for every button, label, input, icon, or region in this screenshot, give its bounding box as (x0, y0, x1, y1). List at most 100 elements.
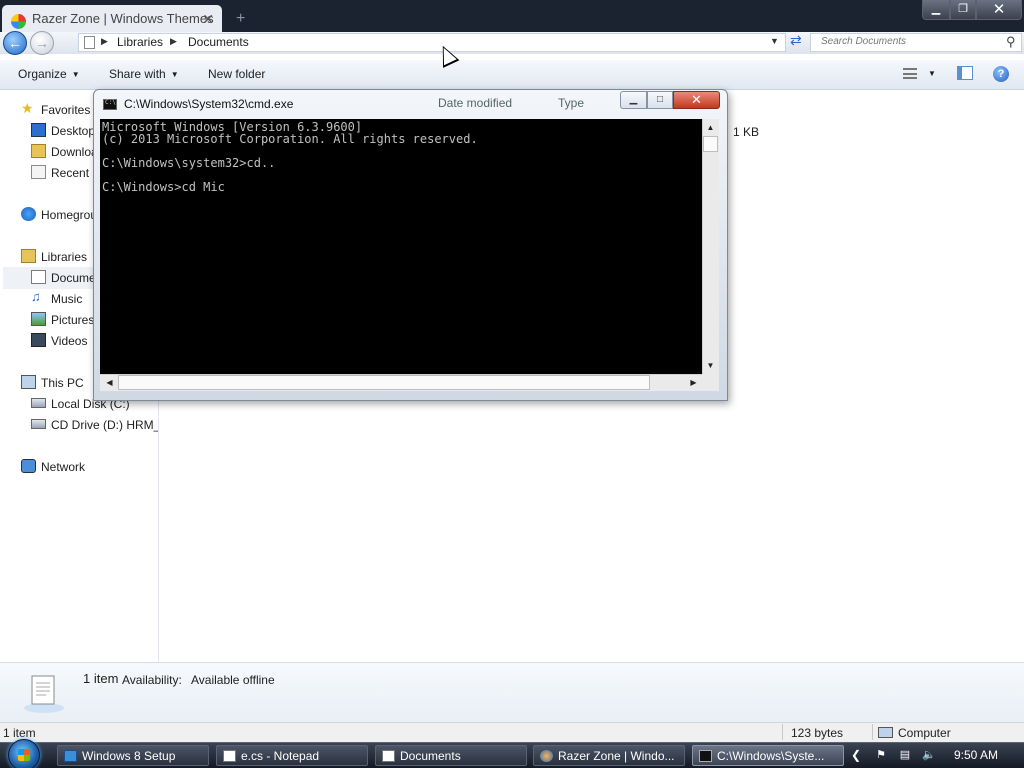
cmd-close-button[interactable]: ✕ (673, 91, 720, 109)
taskbar-item-browser[interactable]: Razer Zone | Windo... (533, 745, 685, 766)
organize-label: Organize (18, 67, 67, 81)
libraries-icon (21, 249, 36, 263)
breadcrumb-separator-icon[interactable]: ▶ (101, 36, 108, 47)
tab-close-icon[interactable]: ✕ (202, 11, 214, 28)
search-icon[interactable]: ⚲ (1006, 34, 1016, 50)
console-line: C:\Windows\system32>cd.. (102, 156, 276, 170)
scroll-left-icon[interactable]: ◀ (102, 375, 117, 390)
pictures-icon (31, 312, 46, 326)
taskbar-item-documents[interactable]: Documents (375, 745, 527, 766)
column-header-type[interactable]: Type (558, 96, 584, 110)
horizontal-scroll-thumb[interactable] (118, 375, 650, 390)
videos-icon (31, 333, 46, 347)
cmd-icon (699, 750, 712, 762)
share-with-label: Share with (109, 67, 166, 81)
nav-videos-label: Videos (51, 334, 88, 348)
taskbar-item-notepad[interactable]: e.cs - Notepad (216, 745, 368, 766)
console-line: (c) 2013 Microsoft Corporation. All righ… (102, 132, 478, 146)
forward-button[interactable]: → (30, 31, 54, 55)
chevron-down-icon: ▼ (170, 70, 179, 79)
address-dropdown-icon[interactable]: ▼ (770, 36, 779, 46)
status-bar (0, 722, 1024, 742)
chevron-down-icon: ▼ (71, 70, 80, 79)
console-line: C:\Windows>cd Mic (102, 180, 225, 194)
breadcrumb-libraries[interactable]: Libraries (117, 35, 163, 49)
taskbar-item-setup[interactable]: Windows 8 Setup (57, 745, 209, 766)
organize-button[interactable]: Organize ▼ (18, 67, 80, 81)
status-divider (872, 724, 873, 740)
taskbar-item-label: Documents (400, 749, 461, 763)
windows-setup-icon (64, 750, 77, 762)
status-divider (782, 724, 783, 740)
window-restore-button[interactable]: ❐ (950, 0, 976, 20)
chevron-down-icon[interactable]: ▼ (928, 69, 936, 78)
downloads-folder-icon (31, 144, 46, 158)
new-folder-button[interactable]: New folder (208, 67, 265, 81)
clock[interactable]: 9:50 AM (954, 748, 998, 762)
scroll-up-icon[interactable]: ▲ (703, 120, 718, 135)
cd-drive-icon (31, 419, 46, 429)
recent-places-icon (31, 165, 46, 179)
address-bar[interactable] (78, 33, 786, 52)
details-pane (0, 662, 1024, 722)
preview-pane-icon[interactable] (957, 66, 973, 80)
console-output[interactable]: Microsoft Windows [Version 6.3.9600] (c)… (100, 119, 702, 374)
window-minimize-button[interactable]: ▁ (922, 0, 950, 20)
taskbar-item-label: Razer Zone | Windo... (558, 749, 675, 763)
view-options-icon[interactable] (903, 68, 917, 79)
resize-grip[interactable] (702, 374, 719, 391)
taskbar-item-label: C:\Windows\Syste... (717, 749, 825, 763)
status-location: Computer (898, 726, 951, 740)
share-with-button[interactable]: Share with ▼ (109, 67, 179, 81)
documents-icon (31, 270, 46, 284)
status-item-count: 1 item (3, 726, 36, 740)
breadcrumb-separator-icon[interactable]: ▶ (170, 36, 177, 47)
nav-cd-drive-label: CD Drive (D:) HRM_C (51, 418, 158, 432)
desktop-icon (31, 123, 46, 137)
column-header-date-modified[interactable]: Date modified (438, 96, 512, 110)
cmd-icon[interactable] (103, 99, 117, 110)
nav-network-label: Network (41, 460, 86, 474)
back-button[interactable]: ← (3, 31, 27, 55)
cmd-maximize-button[interactable]: □ (647, 91, 673, 109)
browser-favicon-icon (11, 14, 26, 29)
network-icon[interactable]: ▤ (898, 748, 912, 762)
status-bytes: 123 bytes (791, 726, 844, 740)
nav-cd-drive[interactable]: CD Drive (D:) HRM_C (31, 415, 158, 435)
nav-desktop-label: Desktop (51, 124, 96, 138)
cmd-title: C:\Windows\System32\cmd.exe (124, 97, 294, 111)
taskbar-item-cmd[interactable]: C:\Windows\Syste... (692, 745, 844, 766)
browser-tab[interactable]: Razer Zone | Windows Themes ✕ (2, 5, 222, 35)
hard-drive-icon (31, 398, 46, 408)
start-button[interactable] (8, 739, 40, 768)
help-icon[interactable]: ? (993, 66, 1009, 82)
nav-music-label: Music (51, 292, 83, 306)
nav-libraries-label: Libraries (41, 250, 88, 264)
star-icon: ★ (21, 100, 34, 116)
refresh-icon[interactable]: ⇄ (790, 32, 802, 49)
nav-favorites-label: Favorites (41, 103, 91, 117)
tray-expand-icon[interactable]: ❮ (851, 748, 861, 762)
document-thumbnail-icon (24, 675, 64, 713)
nav-pictures-label: Pictures (51, 313, 95, 327)
vertical-scrollbar[interactable] (702, 119, 719, 374)
computer-icon (21, 375, 36, 389)
scroll-right-icon[interactable]: ▶ (686, 375, 701, 390)
cmd-minimize-button[interactable]: ▁ (620, 91, 647, 109)
search-input[interactable]: Search Documents (810, 33, 1022, 52)
vertical-scroll-thumb[interactable] (703, 136, 718, 152)
file-size-cell: 1 KB (733, 125, 760, 139)
nav-this-pc-label: This PC (41, 376, 84, 390)
volume-muted-icon[interactable]: 🔈 (922, 748, 936, 762)
new-tab-button[interactable]: + (236, 10, 245, 28)
document-folder-icon (84, 36, 95, 49)
music-icon: ♫ (31, 289, 41, 304)
flag-icon[interactable]: ⚑ (874, 748, 888, 762)
breadcrumb-documents[interactable]: Documents (188, 35, 249, 49)
scroll-down-icon[interactable]: ▼ (703, 358, 718, 373)
window-close-button[interactable]: ✕ (976, 0, 1022, 20)
network-icon (21, 459, 36, 473)
documents-icon (382, 750, 395, 762)
browser-icon (540, 750, 553, 762)
homegroup-icon (21, 207, 36, 221)
